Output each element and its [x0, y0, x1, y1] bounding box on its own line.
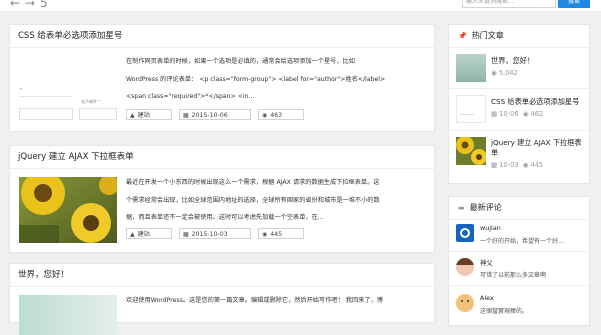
calendar-icon: ▦: [183, 112, 189, 119]
hot-post-views: 462: [530, 110, 544, 118]
excerpt-line: 据，而且表单还不一定会被使用。这时可以考虑先加载一个空表单，在...: [126, 214, 324, 221]
back-arrow-icon[interactable]: ←: [10, 0, 20, 10]
divider: [449, 88, 589, 89]
comment-author[interactable]: 神父: [480, 258, 493, 267]
avatar-ring-icon: [460, 228, 470, 238]
avatar[interactable]: [456, 294, 474, 312]
hot-post-title[interactable]: 世界，您好！: [491, 56, 587, 66]
thumb-input-box: [79, 108, 117, 120]
post-thumbnail[interactable]: [19, 295, 117, 335]
calendar-icon: ▦: [183, 231, 189, 238]
hot-post-meta: ▦ 10-06 ◉ 462: [491, 110, 543, 118]
hot-post-date: 10-03: [499, 161, 519, 169]
widget-heading-label: 最新评论: [469, 203, 502, 212]
post-excerpt: 最近在开发一个小东西的时候出现这么一个需求，根据 AJAX 请求的数据生成下拉框…: [126, 174, 430, 227]
site-logo-fragment: 5: [40, 0, 48, 10]
post-card: CSS 给表单必选项添加星号 电子邮件 * ≡ 在制作网页表单的时候，如果一个选…: [9, 24, 435, 132]
eye-icon: ◉: [518, 110, 531, 118]
thumb-fill: [19, 295, 117, 335]
post-card: 世界，您好！ 欢迎使用WordPress。这是您的第一篇文章。编辑或删除它，然后…: [9, 263, 435, 335]
thumb-line: [19, 96, 73, 97]
post-title[interactable]: 世界，您好！: [10, 264, 434, 287]
hot-post-title-line: 单: [491, 148, 499, 157]
post-title[interactable]: jQuery 建立 AJAX 下拉框表单: [10, 146, 434, 169]
widget-heading-label: 热门文章: [471, 31, 504, 40]
excerpt-line: 在制作网页表单的时候，如果一个选项是必填的，通常会给选项添加一个星号，比如: [126, 58, 355, 65]
eye-icon: ◉: [518, 161, 531, 169]
user-icon: ▲: [130, 231, 135, 238]
eye-icon: ◉: [262, 231, 268, 238]
comment-text[interactable]: 可惜了以前那么多文章啊: [480, 270, 586, 279]
recent-comments-widget: ▬ 最新评论 wujian 一个好的开始，希望有一个好... 神父 可惜了以前那么…: [448, 196, 590, 326]
divider: [449, 251, 589, 252]
excerpt-line: 个需求经常会出现，比如全球范围内地址的选择，全球所有国家的省份和城市是一堆不小的…: [126, 196, 380, 204]
excerpt-line: WordPress 的评论表单： <p class="form-group"> …: [126, 75, 386, 83]
excerpt-line: 欢迎使用WordPress。这是您的第一篇文章。编辑或删除它，然后开始写作吧！ …: [126, 297, 383, 304]
date-badge: ▦ 2015-10-06: [179, 109, 251, 120]
widget-heading: ▬ 最新评论: [449, 197, 589, 220]
avatar-eye: [467, 300, 469, 302]
post-thumbnail[interactable]: [19, 177, 117, 243]
comment-author[interactable]: wujian: [480, 224, 501, 232]
hot-post-thumbnail[interactable]: [456, 95, 486, 123]
search-button[interactable]: 搜索: [558, 0, 590, 8]
date-badge: ▦ 2015-10-03: [179, 228, 251, 239]
user-icon: ▲: [130, 112, 135, 119]
hot-post-meta: ◉ 5,042: [491, 69, 518, 77]
hot-posts-widget: 📌 热门文章 世界，您好！ ◉ 5,042 CSS 给表单必选项添加星号 ▦ 10…: [448, 24, 590, 184]
views-label: 445: [270, 231, 283, 238]
category-button[interactable]: ▲ 建站: [126, 109, 172, 120]
forward-arrow-icon[interactable]: →: [25, 0, 35, 10]
sunflower-image: [19, 177, 117, 243]
thumb-input-box: [19, 108, 73, 120]
hot-post-title-line: jQuery 建立 AJAX 下拉框表: [491, 138, 582, 147]
date-label: 2015-10-06: [191, 112, 228, 119]
search-input[interactable]: 输入关键词搜索...: [462, 0, 556, 8]
hot-post-title[interactable]: jQuery 建立 AJAX 下拉框表 单: [491, 138, 587, 158]
category-label: 建站: [137, 112, 150, 119]
post-title[interactable]: CSS 给表单必选项添加星号: [10, 25, 434, 48]
hot-post-thumbnail[interactable]: [456, 137, 486, 165]
post-thumbnail[interactable]: 电子邮件 * ≡: [19, 56, 117, 122]
avatar-eye: [461, 300, 463, 302]
comment-author[interactable]: Alex: [480, 294, 494, 302]
post-excerpt: 欢迎使用WordPress。这是您的第一篇文章。编辑或删除它，然后开始写作吧！ …: [126, 292, 430, 310]
hot-post-meta: ▦ 10-03 ◉ 445: [491, 161, 543, 169]
hot-post-date: 10-06: [499, 110, 519, 118]
hot-post-thumbnail[interactable]: [456, 54, 486, 82]
excerpt-line: 最近在开发一个小东西的时候出现这么一个需求，根据 AJAX 请求的数据生成下拉框…: [126, 179, 380, 186]
divider: [449, 285, 589, 286]
excerpt-line: <span class="required">*</span> <in...: [126, 93, 255, 100]
thumb-line: [460, 114, 474, 115]
views-badge: ◉ 463: [258, 109, 304, 120]
category-label: 建站: [137, 231, 150, 238]
eye-icon: ◉: [262, 112, 268, 119]
hot-post-views: 445: [530, 161, 544, 169]
divider: [449, 130, 589, 131]
thumb-marker: ≡: [19, 86, 23, 91]
views-label: 463: [270, 112, 283, 119]
sunflower-image: [456, 137, 486, 165]
post-excerpt: 在制作网页表单的时候，如果一个选项是必填的，通常会给选项添加一个星号，比如 Wo…: [126, 53, 430, 106]
avatar-hair: [456, 258, 474, 265]
category-button[interactable]: ▲ 建站: [126, 228, 172, 239]
thumb-label: 电子邮件 *: [81, 99, 101, 104]
avatar[interactable]: [456, 258, 474, 276]
widget-heading: 📌 热门文章: [449, 25, 589, 48]
post-card: jQuery 建立 AJAX 下拉框表单 最近在开发一个小东西的时候出现这么一个…: [9, 145, 435, 253]
comment-text[interactable]: 一个好的开始，希望有一个好...: [480, 236, 586, 245]
hot-post-views: 5,042: [498, 69, 518, 77]
date-label: 2015-10-03: [191, 231, 228, 238]
avatar[interactable]: [456, 224, 474, 242]
pin-icon: 📌: [458, 32, 467, 40]
comment-icon: ▬: [458, 204, 465, 212]
comment-text[interactable]: 这個蠻實現棒的。: [480, 306, 586, 315]
views-badge: ◉ 445: [258, 228, 304, 239]
eye-icon: ◉: [491, 69, 499, 77]
hot-post-title[interactable]: CSS 给表单必选项添加星号: [491, 97, 587, 107]
